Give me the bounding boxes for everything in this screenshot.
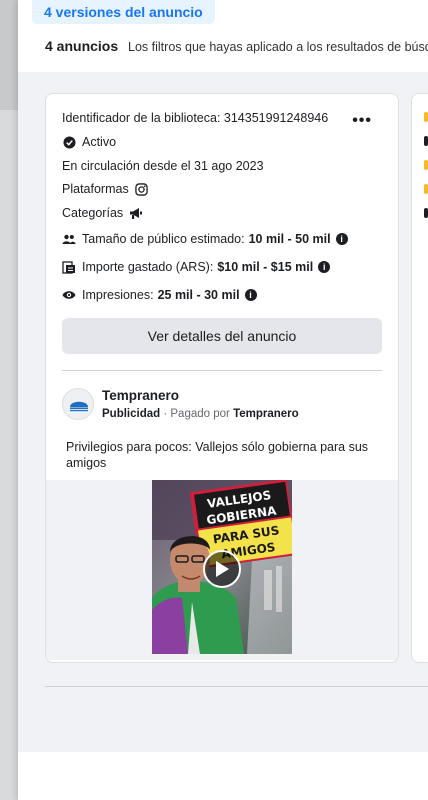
- people-icon: [62, 232, 76, 246]
- more-options-icon[interactable]: •••: [352, 112, 372, 130]
- status-row: Activo: [62, 135, 116, 149]
- ad-video-thumbnail[interactable]: VALLEJOS GOBIERNA PARA SUS AMIGOS: [152, 480, 292, 654]
- filter-note: Los filtros que hayas aplicado a los res…: [128, 40, 428, 54]
- money-icon: [62, 260, 76, 274]
- results-summary: 4 anuncios Los filtros que hayas aplicad…: [45, 38, 428, 54]
- megaphone-icon: [129, 206, 143, 220]
- next-ad-card[interactable]: [411, 93, 428, 663]
- advertiser-avatar[interactable]: [62, 388, 94, 420]
- library-id: Identificador de la biblioteca: 31435199…: [62, 111, 329, 125]
- info-icon[interactable]: i: [335, 233, 348, 245]
- advertiser-name[interactable]: Tempranero: [102, 388, 179, 403]
- spend-row: Importe gastado (ARS): $10 mil - $15 mil…: [62, 260, 331, 274]
- running-since: En circulación desde el 31 ago 2023: [62, 159, 264, 173]
- sponsored-line: Publicidad · Pagado por Tempranero: [102, 408, 299, 420]
- impressions-row: Impresiones: 25 mil - 30 mil i: [62, 288, 257, 302]
- ad-versions-panel: 4 versiones del anuncio 4 anuncios Los f…: [18, 0, 428, 800]
- section-divider: [45, 686, 428, 687]
- check-circle-icon: [62, 135, 76, 149]
- left-overlay: [0, 0, 18, 800]
- audience-value: 10 mil - 50 mil: [248, 232, 331, 246]
- audience-row: Tamaño de público estimado: 10 mil - 50 …: [62, 232, 348, 246]
- divider: [62, 370, 382, 371]
- ad-body-text: Privilegios para pocos: Vallejos sólo go…: [66, 440, 369, 470]
- impressions-value: 25 mil - 30 mil: [157, 288, 240, 302]
- info-icon[interactable]: i: [244, 289, 257, 301]
- spend-value: $10 mil - $15 mil: [217, 260, 314, 274]
- info-icon[interactable]: i: [318, 261, 331, 273]
- view-ad-details-button[interactable]: Ver detalles del anuncio: [62, 318, 382, 354]
- ad-card: Identificador de la biblioteca: 31435199…: [45, 93, 399, 663]
- status-text: Activo: [82, 135, 117, 149]
- platforms-row: Plataformas: [62, 182, 155, 196]
- instagram-icon: [135, 182, 149, 196]
- play-icon[interactable]: [203, 550, 241, 588]
- eye-icon: [62, 288, 76, 302]
- categories-row: Categorías: [62, 206, 149, 220]
- ad-count: 4 anuncios: [45, 38, 119, 54]
- versions-tab[interactable]: 4 versiones del anuncio: [32, 0, 215, 24]
